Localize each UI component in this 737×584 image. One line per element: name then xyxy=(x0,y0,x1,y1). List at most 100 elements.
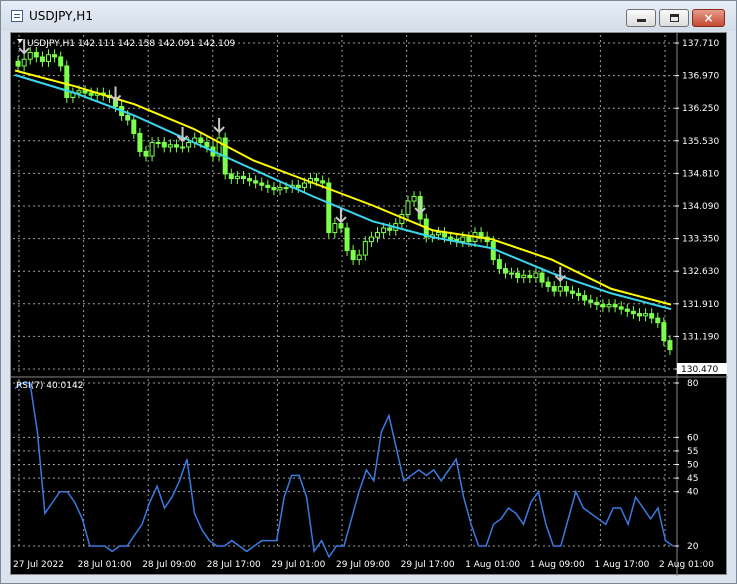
time-tick-label: 28 Jul 17:00 xyxy=(207,560,261,570)
current-price-label: 130.470 xyxy=(681,365,718,375)
candle-body xyxy=(259,182,265,186)
candle-body xyxy=(76,90,82,94)
candle-body xyxy=(362,241,368,256)
chart-canvas[interactable]: 137.710 136.970 136.250 135.530 134.810 134.0… xyxy=(11,33,728,576)
candle-body xyxy=(301,182,307,189)
candle-body xyxy=(64,65,70,98)
candle-body xyxy=(143,151,149,157)
candle-body xyxy=(137,133,143,153)
price-tick-label: 134.090 xyxy=(682,202,719,212)
candle-body xyxy=(527,274,533,279)
price-tick-label: 137.710 xyxy=(682,39,719,49)
candle-body xyxy=(131,119,137,135)
candle-body xyxy=(283,187,289,190)
rsi-tick-label: 45 xyxy=(687,474,698,484)
chart-menu-triangle-icon[interactable] xyxy=(17,39,23,43)
candle-body xyxy=(551,286,557,292)
candle-body xyxy=(521,274,527,279)
candle-body xyxy=(490,241,496,261)
candle-body xyxy=(643,313,649,317)
chart-area[interactable]: 137.710 136.970 136.250 135.530 134.810 134.0… xyxy=(10,32,728,576)
main-grid xyxy=(13,35,675,375)
candle-body xyxy=(466,236,472,243)
rsi-axis[interactable]: 80 60 55 50 45 40 20 xyxy=(675,379,699,552)
candle-body xyxy=(277,187,283,191)
candle-body xyxy=(387,227,393,231)
candle-body xyxy=(661,322,667,342)
rsi-tick-label: 55 xyxy=(687,447,698,457)
candle-body xyxy=(58,56,64,67)
candle-body xyxy=(186,142,192,148)
time-tick-label: 29 Jul 17:00 xyxy=(401,560,455,570)
sell-arrow-icon xyxy=(176,127,189,143)
candle-body xyxy=(21,58,27,67)
candle-body xyxy=(332,223,338,234)
candle-body xyxy=(509,272,515,275)
candle-body xyxy=(125,114,131,121)
candle-body xyxy=(563,286,569,292)
price-tick-label: 133.350 xyxy=(682,235,719,245)
rsi-tick-label: 20 xyxy=(687,542,699,552)
price-tick-label: 131.910 xyxy=(682,300,719,310)
time-tick-label: 29 Jul 01:00 xyxy=(271,560,325,570)
time-tick-label: 27 Jul 2022 xyxy=(13,560,64,570)
candle-body xyxy=(569,290,575,294)
rsi-tick-label: 40 xyxy=(687,488,699,498)
minimize-button[interactable] xyxy=(626,9,656,27)
candle-body xyxy=(612,304,618,308)
chart-info-label: USDJPY,H1 142.111 142.158 142.091 142.10… xyxy=(27,39,236,49)
maximize-button[interactable] xyxy=(659,9,689,27)
candlestick-series xyxy=(15,47,673,356)
candle-body xyxy=(82,90,88,94)
maximize-icon xyxy=(670,14,679,22)
candle-body xyxy=(606,304,612,308)
candle-body xyxy=(533,272,539,279)
candle-body xyxy=(600,304,606,308)
price-tick-label: 135.530 xyxy=(682,137,719,147)
price-tick-label: 136.970 xyxy=(682,72,719,82)
title-bar[interactable]: USDJPY,H1 × xyxy=(1,1,736,31)
candle-body xyxy=(240,175,246,180)
candle-body xyxy=(375,232,381,238)
close-icon: × xyxy=(703,11,714,25)
candle-body xyxy=(539,272,545,283)
candle-body xyxy=(356,254,362,261)
candle-body xyxy=(33,51,39,58)
candle-body xyxy=(582,295,588,301)
chart-window[interactable]: USDJPY,H1 × 137.710 136.970 136.250 135.530… xyxy=(0,0,737,584)
sell-arrow-icon xyxy=(213,118,225,134)
candle-body xyxy=(636,313,642,317)
window-title: USDJPY,H1 xyxy=(29,9,93,23)
candle-body xyxy=(667,340,673,351)
minimize-icon xyxy=(637,19,646,22)
candle-body xyxy=(204,142,210,148)
candle-body xyxy=(338,223,344,229)
time-tick-label: 29 Jul 09:00 xyxy=(336,560,390,570)
price-tick-label: 134.810 xyxy=(682,169,719,179)
candle-body xyxy=(314,178,320,182)
price-axis[interactable]: 137.710 136.970 136.250 135.530 134.810 134.0… xyxy=(675,39,719,375)
rsi-grid xyxy=(13,379,675,548)
candle-body xyxy=(350,250,356,261)
rsi-tick-label: 60 xyxy=(687,433,699,443)
close-button[interactable]: × xyxy=(692,9,725,27)
time-axis[interactable]: 27 Jul 2022 28 Jul 01:00 28 Jul 09:00 28 Ju… xyxy=(13,560,714,570)
candle-body xyxy=(265,184,271,189)
candle-body xyxy=(46,54,52,62)
candle-body xyxy=(52,54,58,58)
candle-body xyxy=(502,268,508,274)
time-tick-label: 1 Aug 01:00 xyxy=(465,560,520,570)
candle-body xyxy=(576,292,582,297)
rsi-info-label: RSI(7) 40.0142 xyxy=(16,381,83,391)
candle-body xyxy=(234,175,240,180)
chart-window-icon xyxy=(11,10,23,22)
candle-body xyxy=(15,60,21,67)
candle-body xyxy=(173,144,179,148)
rsi-line xyxy=(14,382,674,559)
price-tick-label: 131.190 xyxy=(682,332,719,342)
candle-body xyxy=(618,306,624,310)
sell-arrow-icon xyxy=(554,266,566,283)
candle-body xyxy=(320,180,326,184)
candle-body xyxy=(460,236,466,243)
candle-body xyxy=(448,236,454,240)
